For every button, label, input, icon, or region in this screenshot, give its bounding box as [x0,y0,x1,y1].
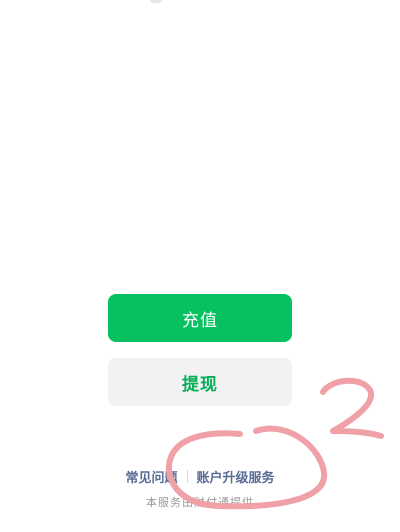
faq-link[interactable]: 常见问题 [125,467,177,486]
withdraw-button[interactable]: 提现 [108,358,292,406]
service-provider-note: 本服务由财付通提供 [146,496,254,509]
top-partial-element [150,0,162,3]
footer-links: 常见问题 账户升级服务 [0,467,400,486]
account-upgrade-link[interactable]: 账户升级服务 [197,467,275,486]
handwritten-annotation [166,377,384,510]
wallet-balance-page: 充值 提现 常见问题 账户升级服务 本服务由财付通提供 [0,0,400,532]
annotation-number-2 [320,377,384,439]
recharge-button[interactable]: 充值 [108,294,292,342]
footer-divider [186,470,188,483]
